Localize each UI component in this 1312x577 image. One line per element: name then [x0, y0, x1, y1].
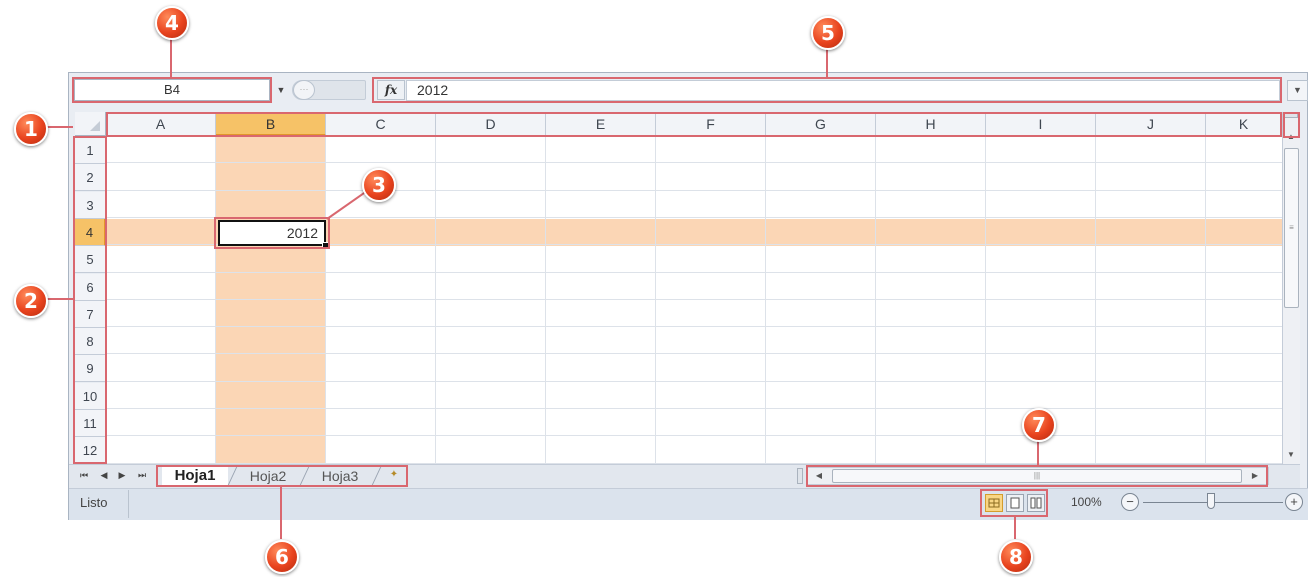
- grid-row-line: [106, 353, 1282, 355]
- sheet-tab-hoja3[interactable]: Hoja3: [312, 466, 368, 486]
- row-header-7[interactable]: 7: [75, 300, 106, 328]
- fill-handle[interactable]: [322, 242, 329, 249]
- grid-row-line: [106, 435, 1282, 437]
- leader-line-6: [280, 487, 282, 539]
- grid-column-line: [1205, 136, 1206, 464]
- column-header-f[interactable]: F: [656, 112, 766, 136]
- last-sheet-icon[interactable]: ⏭: [136, 468, 148, 482]
- expand-formula-bar-button[interactable]: ▼: [1287, 80, 1308, 101]
- scroll-left-icon[interactable]: ◀: [812, 469, 826, 483]
- row-header-9[interactable]: 9: [75, 355, 106, 383]
- annotation-badge-6: 6: [265, 540, 299, 574]
- leader-line-7: [1037, 440, 1039, 466]
- grid-column-line: [325, 136, 326, 464]
- annotation-badge-1: 1: [14, 112, 48, 146]
- normal-view-icon[interactable]: [985, 494, 1003, 512]
- vertical-scroll-thumb[interactable]: ≡: [1284, 148, 1299, 308]
- column-header-c[interactable]: C: [326, 112, 436, 136]
- scroll-down-icon[interactable]: ▼: [1283, 448, 1299, 462]
- formula-input[interactable]: 2012: [406, 80, 1280, 101]
- column-header-b[interactable]: B: [216, 112, 326, 136]
- leader-line-1: [46, 126, 73, 128]
- status-divider: [128, 490, 129, 518]
- row-header-11[interactable]: 11: [75, 410, 106, 437]
- grid-row-line: [106, 162, 1282, 164]
- grip-icon[interactable]: ⋯: [293, 80, 315, 100]
- vertical-split-box[interactable]: [1284, 113, 1298, 118]
- name-box[interactable]: B4: [74, 79, 270, 101]
- annotation-badge-4: 4: [155, 6, 189, 40]
- next-sheet-icon[interactable]: ▶: [116, 468, 128, 482]
- grid-row-line: [106, 298, 1282, 300]
- page-break-view-icon[interactable]: [1027, 494, 1045, 512]
- horizontal-scroll-thumb[interactable]: |||: [832, 469, 1242, 483]
- grid-column-line: [215, 136, 216, 464]
- zoom-out-icon[interactable]: −: [1121, 493, 1139, 511]
- sheet-tab-hoja1[interactable]: Hoja1: [162, 466, 228, 487]
- annotation-badge-5: 5: [811, 16, 845, 50]
- leader-line-8: [1014, 517, 1016, 539]
- status-label: Listo: [80, 495, 108, 510]
- grid-column-line: [985, 136, 986, 464]
- grid-glyph: [988, 498, 1000, 508]
- scroll-right-icon[interactable]: ▶: [1248, 469, 1262, 483]
- scroll-up-icon[interactable]: ▲: [1283, 130, 1299, 144]
- row-header-8[interactable]: 8: [75, 328, 106, 356]
- annotation-badge-8: 8: [999, 540, 1033, 574]
- selected-column-highlight: [216, 136, 326, 464]
- grid-column-line: [765, 136, 766, 464]
- column-header-g[interactable]: G: [766, 112, 876, 136]
- row-header-4[interactable]: 4: [75, 218, 106, 246]
- insert-sheet-icon[interactable]: ✦: [386, 468, 402, 482]
- name-box-dropdown-icon[interactable]: ▼: [272, 79, 290, 101]
- leader-line-2: [46, 298, 73, 300]
- row-header-6[interactable]: 6: [75, 273, 106, 301]
- grid-column-line: [875, 136, 876, 464]
- horizontal-split-box[interactable]: [797, 468, 803, 484]
- row-header-1[interactable]: 1: [75, 137, 106, 164]
- zoom-level[interactable]: 100%: [1071, 495, 1102, 509]
- annotation-badge-7: 7: [1022, 408, 1056, 442]
- prev-sheet-icon[interactable]: ◀: [98, 468, 110, 482]
- zoom-in-icon[interactable]: +: [1285, 493, 1303, 511]
- grid-row-line: [106, 189, 1282, 191]
- column-header-k[interactable]: K: [1206, 112, 1282, 136]
- grid-column-line: [435, 136, 436, 464]
- active-cell[interactable]: 2012: [218, 220, 326, 246]
- column-header-a[interactable]: A: [106, 112, 216, 136]
- grid-row-line: [106, 271, 1282, 273]
- column-header-d[interactable]: D: [436, 112, 546, 136]
- grid-column-line: [545, 136, 546, 464]
- zoom-slider-thumb[interactable]: [1207, 493, 1215, 509]
- column-header-h[interactable]: H: [876, 112, 986, 136]
- insert-function-button[interactable]: fx: [377, 80, 405, 100]
- grid-row-line: [106, 408, 1282, 409]
- page-break-glyph: [1030, 497, 1042, 509]
- page-layout-view-icon[interactable]: [1006, 494, 1024, 512]
- column-header-j[interactable]: J: [1096, 112, 1206, 136]
- row-header-3[interactable]: 3: [75, 191, 106, 219]
- select-all-icon: [90, 121, 100, 131]
- row-header-2[interactable]: 2: [75, 164, 106, 192]
- annotation-badge-3: 3: [362, 168, 396, 202]
- row-header-12[interactable]: 12: [75, 437, 106, 465]
- leader-line-5: [826, 46, 828, 78]
- column-header-i[interactable]: I: [986, 112, 1096, 136]
- first-sheet-icon[interactable]: ⏮: [78, 468, 90, 482]
- grid-row-line: [106, 216, 1282, 218]
- row-header-5[interactable]: 5: [75, 246, 106, 274]
- leader-line-4: [170, 36, 172, 78]
- sheet-tab-hoja2[interactable]: Hoja2: [240, 466, 296, 486]
- grid-row-line: [106, 380, 1282, 382]
- grid-column-line: [1095, 136, 1096, 464]
- column-header-e[interactable]: E: [546, 112, 656, 136]
- row-header-10[interactable]: 10: [75, 382, 106, 410]
- grid-row-line: [106, 326, 1282, 328]
- grid-column-line: [655, 136, 656, 464]
- annotation-badge-2: 2: [14, 284, 48, 318]
- cell-grid[interactable]: [106, 136, 1282, 464]
- page-glyph: [1010, 497, 1020, 509]
